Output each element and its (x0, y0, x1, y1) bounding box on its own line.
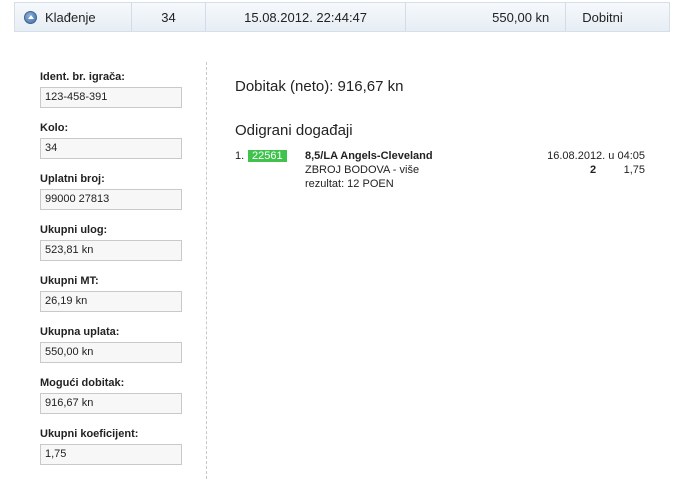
total-odds-field: Ukupni koeficijent: 1,75 (40, 427, 182, 478)
field-label: Ident. br. igrača: (40, 71, 125, 83)
net-winnings: Dobitak (neto): 916,67 kn (235, 78, 404, 95)
total-mt-field: Ukupni MT: 26,19 kn (40, 274, 182, 325)
event-result: rezultat: 12 POEN (305, 178, 394, 190)
total-stake-field: Ukupni ulog: 523,81 kn (40, 223, 182, 274)
possible-win-field: Mogući dobitak: 916,67 kn (40, 376, 182, 427)
kolo-value[interactable]: 34 (40, 138, 182, 159)
event-time: 16.08.2012. u 04:05 (547, 150, 645, 162)
field-label: Mogući dobitak: (40, 377, 125, 389)
ticket-details-form: Ident. br. igrača: 123-458-391 Kolo: 34 … (40, 70, 182, 478)
ticket-header-row[interactable]: Klađenje 34 15.08.2012. 22:44:47 550,00 … (14, 2, 670, 32)
ticket-amount: 550,00 kn (406, 3, 567, 31)
event-line-result: rezultat: 12 POEN (235, 177, 645, 191)
event-number: 1. (235, 150, 245, 162)
field-label: Ukupni koeficijent: (40, 428, 139, 440)
total-payment-field: Ukupna uplata: 550,00 kn (40, 325, 182, 376)
field-label: Uplatni broj: (40, 173, 105, 185)
ticket-type-cell[interactable]: Klađenje (15, 3, 132, 31)
ticket-type: Klađenje (45, 9, 96, 25)
total-mt-value[interactable]: 26,19 kn (40, 291, 182, 312)
event-item: 1. 22561 8,5/LA Angels-Cleveland 16.08.2… (235, 149, 645, 191)
field-label: Ukupna uplata: (40, 326, 120, 338)
event-line-match: 1. 22561 8,5/LA Angels-Cleveland 16.08.2… (235, 149, 645, 163)
column-divider (206, 62, 207, 479)
event-code-badge: 22561 (248, 150, 287, 162)
field-label: Ukupni ulog: (40, 224, 108, 236)
player-id-field: Ident. br. igrača: 123-458-391 (40, 70, 182, 121)
total-odds-value[interactable]: 1,75 (40, 444, 182, 465)
payment-number-field: Uplatni broj: 99000 27813 (40, 172, 182, 223)
field-label: Ukupni MT: (40, 275, 99, 287)
event-market: ZBROJ BODOVA - više (305, 164, 420, 176)
field-label: Kolo: (40, 122, 69, 134)
player-id-value[interactable]: 123-458-391 (40, 87, 182, 108)
total-stake-value[interactable]: 523,81 kn (40, 240, 182, 261)
events-title: Odigrani događaji (235, 122, 353, 139)
chevron-up-icon[interactable] (24, 10, 37, 24)
payment-number-value[interactable]: 99000 27813 (40, 189, 182, 210)
kolo-field: Kolo: 34 (40, 121, 182, 172)
possible-win-value[interactable]: 916,67 kn (40, 393, 182, 414)
event-tip: 2 (590, 164, 597, 176)
event-odd: 1,75 (623, 164, 645, 176)
ticket-status: Dobitni (582, 9, 623, 25)
event-line-market: ZBROJ BODOVA - više 2 1,75 (235, 163, 645, 177)
ticket-datetime: 15.08.2012. 22:44:47 (206, 3, 406, 31)
total-payment-value[interactable]: 550,00 kn (40, 342, 182, 363)
ticket-kolo: 34 (132, 3, 207, 31)
event-match: 8,5/LA Angels-Cleveland (305, 150, 433, 162)
